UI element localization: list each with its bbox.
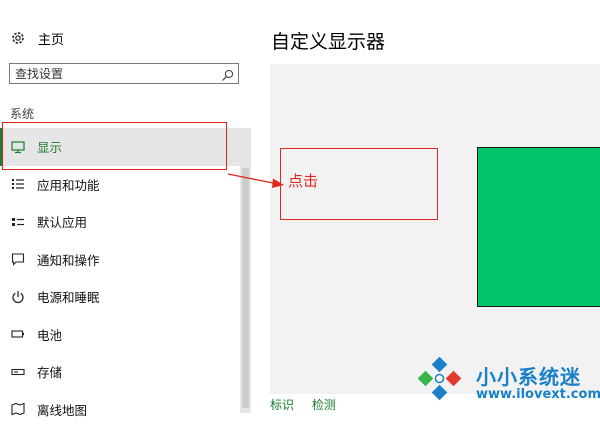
annotation-arrow-icon [226,168,286,190]
notification-icon [11,252,25,266]
home-label: 主页 [38,29,64,48]
section-label-system: 系统 [10,105,34,122]
battery-icon [11,327,25,341]
search-input[interactable] [15,65,215,82]
sidebar-item-offline-maps[interactable]: 离线地图 [0,391,240,428]
sidebar-item-battery[interactable]: 电池 [0,316,240,354]
settings-sidebar: 主页 系统 显示 [0,0,252,413]
storage-icon [11,365,25,379]
sidebar-item-storage[interactable]: 存储 [0,353,240,391]
sidebar-item-label: 默认应用 [37,212,87,231]
nav-list: 显示 应用和功能 默认应用 [0,128,240,428]
sidebar-item-power-sleep[interactable]: 电源和睡眠 [0,278,240,316]
search-icon[interactable] [221,67,234,80]
watermark: 小小系统迷 www.ilovext.com [412,357,600,413]
sidebar-item-label: 离线地图 [37,400,87,419]
page-title: 自定义显示器 [271,27,385,54]
sidebar-item-label: 电池 [37,325,62,344]
sidebar-item-notifications[interactable]: 通知和操作 [0,241,240,279]
display-links: 标识 检测 [270,396,350,413]
sidebar-item-label: 存储 [37,362,62,381]
app-list-icon [11,177,25,191]
sidebar-item-apps-features[interactable]: 应用和功能 [0,166,240,204]
watermark-url: www.ilovext.com [476,387,600,402]
detect-link[interactable]: 检测 [312,398,336,412]
scrollbar-thumb[interactable] [242,168,249,408]
annotation-highlight-box [2,122,227,170]
sidebar-item-label: 电源和睡眠 [37,287,100,306]
watermark-logo-icon [412,357,468,407]
sidebar-item-default-apps[interactable]: 默认应用 [0,203,240,241]
search-box[interactable] [9,63,239,84]
monitor-1-tile[interactable] [477,147,600,307]
default-apps-icon [11,215,25,229]
annotation-text: 点击 [288,170,318,191]
gear-icon [10,30,26,46]
home-nav[interactable]: 主页 [10,26,64,50]
watermark-title: 小小系统迷 [476,361,581,390]
power-icon [11,290,25,304]
identify-link[interactable]: 标识 [270,398,294,412]
map-icon [11,402,25,416]
sidebar-item-label: 应用和功能 [37,175,100,194]
display-arrangement-panel [270,64,600,394]
sidebar-item-label: 通知和操作 [37,250,100,269]
